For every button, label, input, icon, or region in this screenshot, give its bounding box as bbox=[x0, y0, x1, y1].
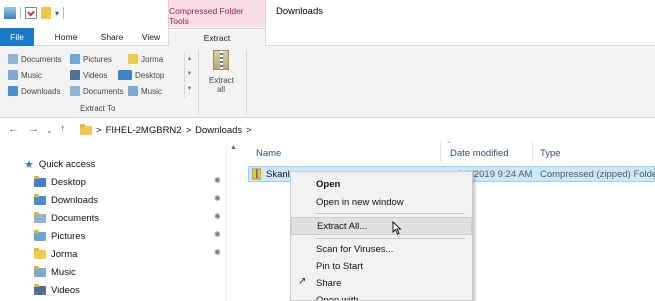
desktop-folder-icon bbox=[34, 175, 46, 187]
gallery-item-music[interactable]: Music bbox=[8, 68, 42, 82]
nav-item-videos[interactable]: Videos bbox=[34, 282, 80, 298]
nav-item-documents[interactable]: Documents bbox=[34, 210, 99, 226]
up-arrow-icon[interactable]: ↑ bbox=[60, 123, 66, 135]
music-icon bbox=[8, 70, 18, 80]
column-header-date-modified[interactable]: Date modified bbox=[450, 148, 509, 159]
mouse-cursor-icon bbox=[392, 221, 402, 235]
properties-icon[interactable] bbox=[25, 7, 37, 19]
pin-icon[interactable]: ✺ bbox=[214, 230, 221, 239]
customize-dropdown-icon[interactable]: ▾ bbox=[55, 9, 59, 18]
zip-folder-icon bbox=[251, 168, 262, 183]
menu-item-open-in-new-window[interactable]: Open in new window bbox=[291, 193, 472, 211]
ribbon-tabs: File Home Share View Extract bbox=[0, 28, 655, 46]
explorer-icon bbox=[4, 7, 16, 19]
folder-icon bbox=[34, 247, 46, 259]
menu-item-open[interactable]: Open bbox=[291, 175, 472, 193]
pictures-icon bbox=[70, 54, 80, 64]
nav-pane-scrollbar[interactable]: ▲ bbox=[226, 142, 240, 301]
pin-icon[interactable]: ✺ bbox=[214, 212, 221, 221]
back-arrow-icon[interactable]: ← bbox=[8, 123, 19, 135]
menu-item-share[interactable]: Share bbox=[291, 274, 472, 292]
gallery-more-icon[interactable]: ▼ bbox=[185, 82, 194, 97]
documents-icon bbox=[8, 54, 18, 64]
pin-icon[interactable]: ✺ bbox=[214, 194, 221, 203]
nav-item-pictures[interactable]: Pictures bbox=[34, 228, 85, 244]
pin-icon[interactable]: ✺ bbox=[214, 248, 221, 257]
menu-item-pin-to-start[interactable]: Pin to Start bbox=[291, 257, 472, 275]
videos-folder-icon bbox=[34, 283, 46, 295]
gallery-item-documents[interactable]: Documents bbox=[8, 52, 61, 66]
ribbon: Documents Pictures Jorma Music Videos De… bbox=[0, 46, 655, 118]
title-bar: ▾ Compressed Folder Tools Downloads bbox=[0, 0, 655, 28]
group-label-extract-to: Extract To bbox=[80, 104, 116, 113]
tab-view[interactable]: View bbox=[134, 28, 168, 46]
folder-icon bbox=[80, 124, 92, 135]
desktop-icon bbox=[118, 70, 132, 80]
gallery-item-documents-2[interactable]: Documents bbox=[70, 84, 123, 98]
breadcrumb-separator: > bbox=[246, 125, 252, 136]
breadcrumb-downloads[interactable]: Downloads bbox=[195, 125, 242, 136]
pin-icon[interactable]: ✺ bbox=[214, 176, 221, 185]
quick-access-toolbar: ▾ bbox=[4, 6, 65, 20]
documents-folder-icon bbox=[34, 211, 46, 223]
file-name: Skanl bbox=[266, 169, 290, 180]
nav-item-quick-access[interactable]: ★ Quick access bbox=[24, 156, 95, 172]
music-icon bbox=[128, 86, 138, 96]
nav-item-jorma[interactable]: Jorma bbox=[34, 246, 77, 262]
scroll-down-icon[interactable]: ▼ bbox=[185, 67, 194, 82]
recent-locations-icon[interactable]: ⌄ bbox=[46, 126, 53, 135]
file-type: Compressed (zipped) Folder bbox=[540, 169, 655, 180]
gallery-scrollbar[interactable]: ▲ ▼ ▼ bbox=[184, 52, 194, 98]
extract-all-button[interactable]: Extract all bbox=[204, 50, 238, 104]
pictures-folder-icon bbox=[34, 229, 46, 241]
nav-item-downloads[interactable]: Downloads bbox=[34, 192, 98, 208]
videos-icon bbox=[70, 70, 80, 80]
column-header-name[interactable]: Name bbox=[256, 148, 281, 159]
address-bar-row: ← → ⌄ ↑ > FIHEL-2MGBRN2 > Downloads > bbox=[0, 118, 655, 142]
menu-item-open-with[interactable]: Open with... bbox=[291, 291, 472, 301]
compressed-folder-tools-header: Compressed Folder Tools bbox=[168, 0, 266, 27]
tab-share[interactable]: Share bbox=[92, 28, 132, 46]
gallery-item-pictures[interactable]: Pictures bbox=[70, 52, 112, 66]
address-box[interactable]: > FIHEL-2MGBRN2 > Downloads > bbox=[80, 122, 655, 139]
nav-item-desktop[interactable]: Desktop bbox=[34, 174, 86, 190]
star-icon: ★ bbox=[24, 158, 34, 171]
context-menu: Open Open in new window Extract All... S… bbox=[290, 171, 473, 301]
scroll-up-icon[interactable]: ▲ bbox=[185, 52, 194, 67]
tab-file[interactable]: File bbox=[0, 28, 34, 46]
breadcrumb-computer[interactable]: FIHEL-2MGBRN2 bbox=[106, 125, 182, 136]
documents-icon bbox=[70, 86, 80, 96]
scroll-up-icon[interactable]: ▲ bbox=[230, 144, 237, 151]
nav-item-music[interactable]: Music bbox=[34, 264, 76, 280]
gallery-item-desktop[interactable]: Desktop bbox=[118, 68, 164, 82]
breadcrumb-separator: > bbox=[96, 125, 102, 136]
tab-extract[interactable]: Extract bbox=[168, 28, 266, 46]
column-header-type[interactable]: Type bbox=[540, 148, 561, 159]
music-folder-icon bbox=[34, 265, 46, 277]
new-folder-icon[interactable] bbox=[41, 7, 51, 19]
breadcrumb-separator: > bbox=[185, 125, 192, 136]
folder-icon bbox=[128, 54, 138, 64]
tab-home[interactable]: Home bbox=[46, 28, 86, 46]
menu-item-scan-for-viruses[interactable]: Scan for Viruses... bbox=[291, 240, 472, 258]
gallery-item-jorma[interactable]: Jorma bbox=[128, 52, 163, 66]
window-title: Downloads bbox=[276, 6, 323, 17]
navigation-pane: ★ Quick access Desktop ✺ Downloads ✺ Doc… bbox=[0, 142, 240, 301]
gallery-item-downloads[interactable]: Downloads bbox=[8, 84, 61, 98]
downloads-icon bbox=[8, 86, 18, 96]
extract-to-gallery: Documents Pictures Jorma Music Videos De… bbox=[8, 52, 184, 100]
downloads-folder-icon bbox=[34, 193, 46, 205]
gallery-item-music-2[interactable]: Music bbox=[128, 84, 162, 98]
zip-folder-icon bbox=[213, 50, 229, 70]
menu-item-extract-all[interactable]: Extract All... bbox=[291, 217, 472, 235]
forward-arrow-icon[interactable]: → bbox=[28, 123, 39, 135]
gallery-item-videos[interactable]: Videos bbox=[70, 68, 107, 82]
